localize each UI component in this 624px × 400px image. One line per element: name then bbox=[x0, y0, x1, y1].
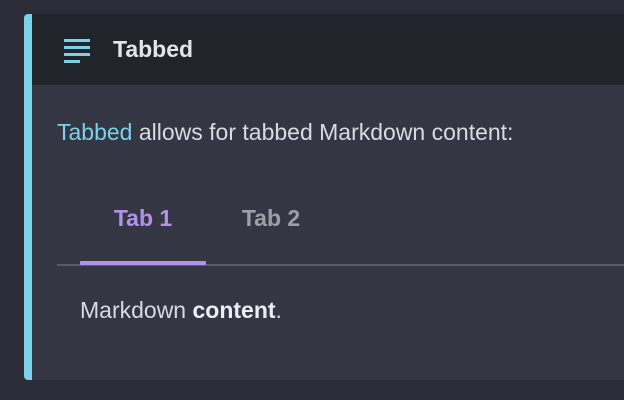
tab-content: Markdown content. bbox=[80, 295, 282, 325]
content-bold-text: content bbox=[192, 297, 276, 323]
tab-1[interactable]: Tab 1 bbox=[80, 194, 206, 264]
tab-bar: Tab 1 Tab 2 bbox=[57, 194, 624, 266]
admonition-title: Tabbed bbox=[113, 36, 194, 62]
content-period: . bbox=[275, 297, 282, 323]
document-lines-icon bbox=[64, 39, 90, 63]
tab-2[interactable]: Tab 2 bbox=[206, 194, 336, 264]
tabbed-link[interactable]: Tabbed bbox=[57, 119, 132, 145]
intro-paragraph: Tabbed allows for tabbed Markdown conten… bbox=[57, 117, 513, 147]
tabbed-admonition: Tabbed Tabbed allows for tabbed Markdown… bbox=[24, 14, 624, 380]
content-text: Markdown bbox=[80, 297, 193, 323]
active-tab-indicator bbox=[80, 261, 206, 265]
intro-text: allows for tabbed Markdown content: bbox=[132, 119, 514, 145]
admonition-header: Tabbed bbox=[32, 14, 624, 85]
